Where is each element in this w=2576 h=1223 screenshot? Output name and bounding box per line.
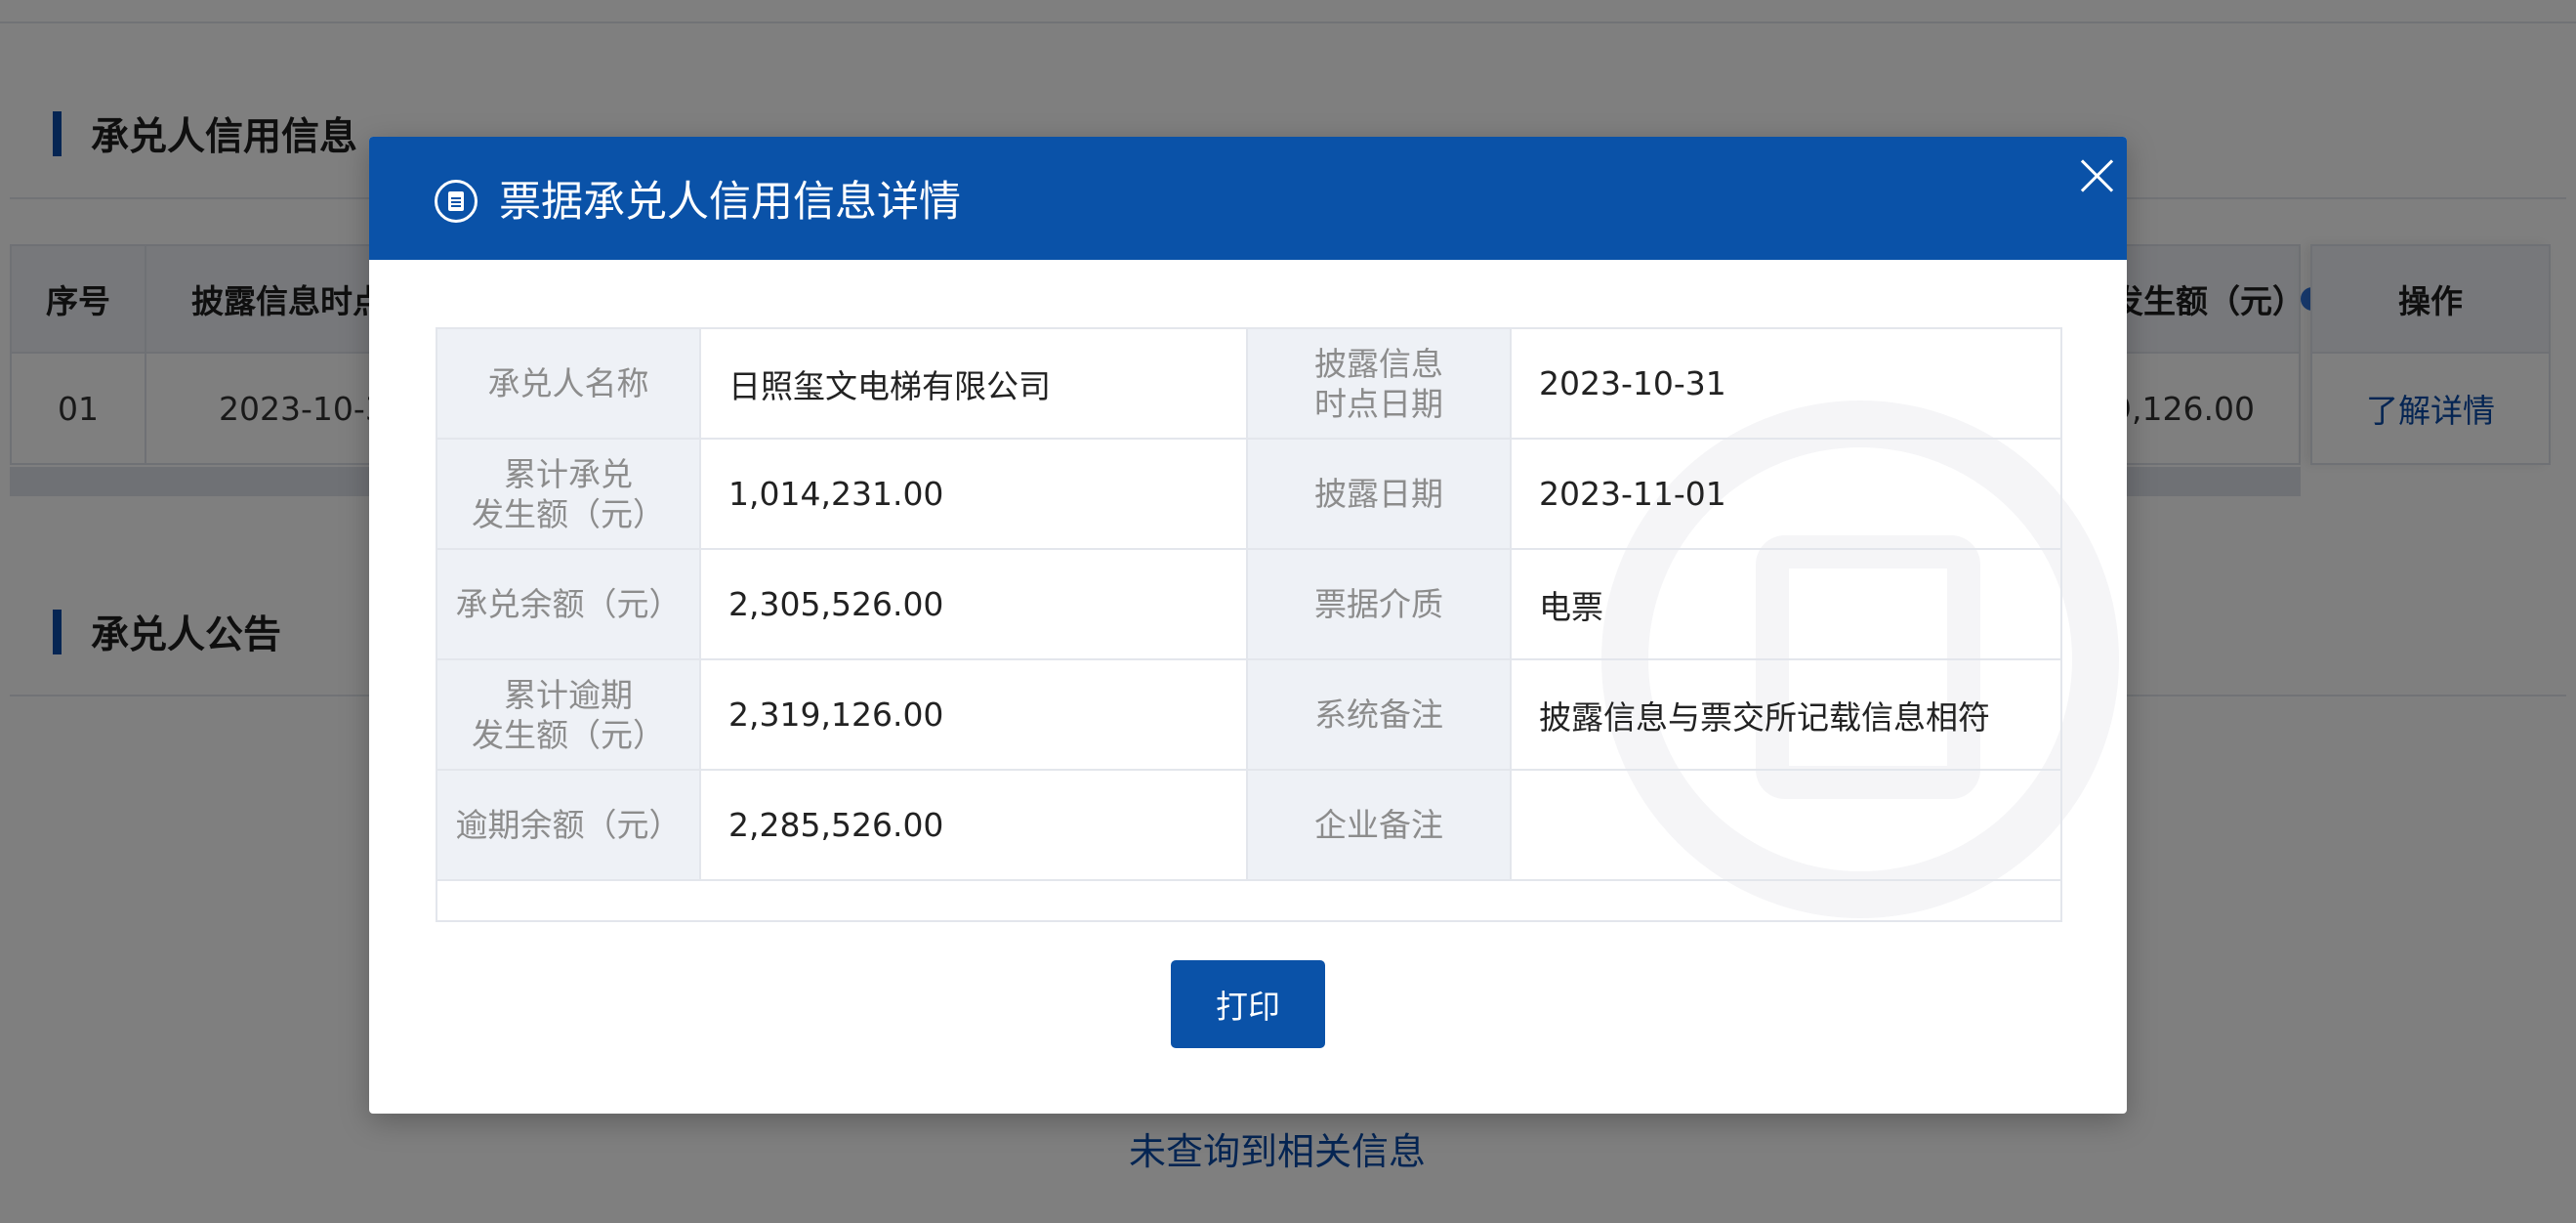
- label-enterprise-remark: 企业备注: [1246, 769, 1512, 881]
- table-row: 逾期余额（元） 2,285,526.00 企业备注: [436, 769, 2062, 881]
- credit-detail-modal: 票据承兑人信用信息详情 承兑人名称 日照玺文电梯有限公司 披露信息 时点日期 2…: [369, 137, 2127, 1114]
- label-cumulative-acceptance: 累计承兑 发生额（元）: [436, 438, 701, 550]
- modal-title: 票据承兑人信用信息详情: [499, 178, 961, 227]
- document-icon: [435, 180, 478, 223]
- modal-header: 票据承兑人信用信息详情: [369, 137, 2127, 260]
- label-disclosure-date: 披露日期: [1246, 438, 1512, 550]
- value-bill-medium: 电票: [1510, 548, 2062, 660]
- print-button[interactable]: 打印: [1171, 960, 1325, 1048]
- table-row: 累计逾期 发生额（元） 2,319,126.00 系统备注 披露信息与票交所记载…: [436, 658, 2062, 771]
- table-row: 承兑人名称 日照玺文电梯有限公司 披露信息 时点日期 2023-10-31: [436, 327, 2062, 440]
- value-disclosure-point-date: 2023-10-31: [1510, 327, 2062, 440]
- table-row: 承兑余额（元） 2,305,526.00 票据介质 电票: [436, 548, 2062, 660]
- label-bill-medium: 票据介质: [1246, 548, 1512, 660]
- value-acceptor-name: 日照玺文电梯有限公司: [699, 327, 1248, 440]
- value-overdue-balance: 2,285,526.00: [699, 769, 1248, 881]
- label-acceptor-name: 承兑人名称: [436, 327, 701, 440]
- value-system-remark: 披露信息与票交所记载信息相符: [1510, 658, 2062, 771]
- value-acceptance-balance: 2,305,526.00: [699, 548, 1248, 660]
- table-footer-row: [436, 879, 2062, 922]
- table-row: 累计承兑 发生额（元） 1,014,231.00 披露日期 2023-11-01: [436, 438, 2062, 550]
- label-overdue-balance: 逾期余额（元）: [436, 769, 701, 881]
- detail-table: 承兑人名称 日照玺文电梯有限公司 披露信息 时点日期 2023-10-31 累计…: [436, 327, 2062, 922]
- value-disclosure-date: 2023-11-01: [1510, 438, 2062, 550]
- table-footer-cell: [436, 879, 2062, 922]
- label-system-remark: 系统备注: [1246, 658, 1512, 771]
- value-cumulative-overdue: 2,319,126.00: [699, 658, 1248, 771]
- value-enterprise-remark: [1510, 769, 2062, 881]
- label-acceptance-balance: 承兑余额（元）: [436, 548, 701, 660]
- close-icon[interactable]: [2076, 154, 2119, 197]
- value-cumulative-acceptance: 1,014,231.00: [699, 438, 1248, 550]
- label-cumulative-overdue: 累计逾期 发生额（元）: [436, 658, 701, 771]
- label-disclosure-point-date: 披露信息 时点日期: [1246, 327, 1512, 440]
